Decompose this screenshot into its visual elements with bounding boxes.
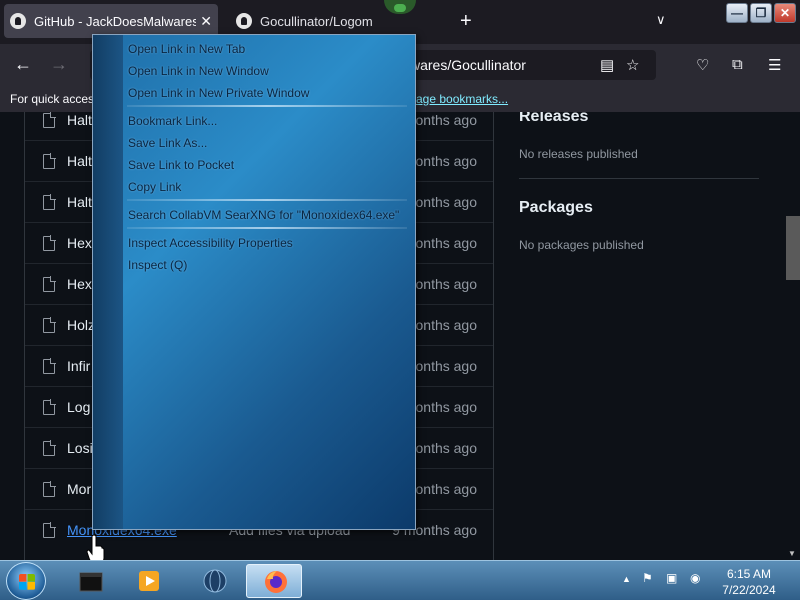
vertical-scrollbar[interactable]: ▼	[784, 112, 800, 560]
scrollbar-thumb[interactable]	[786, 216, 800, 280]
packages-empty-text: No packages published	[519, 238, 644, 252]
divider	[519, 178, 759, 179]
menu-separator	[127, 105, 407, 107]
releases-heading[interactable]: Releases	[519, 112, 588, 126]
releases-empty-text: No releases published	[519, 147, 638, 161]
commit-date: onths ago	[415, 194, 478, 210]
taskbar-app-ie[interactable]	[186, 564, 242, 598]
file-icon	[43, 399, 56, 415]
menu-separator	[127, 227, 407, 229]
context-menu-gutter	[93, 35, 123, 529]
commit-date: onths ago	[415, 317, 478, 333]
clock-date: 7/22/2024	[722, 583, 776, 597]
menu-item-open-private-window[interactable]: Open Link in New Private Window	[128, 86, 309, 100]
tab-github[interactable]: GitHub - JackDoesMalwares/Go ✕	[4, 4, 218, 38]
file-name[interactable]: Halt	[67, 112, 92, 128]
tab-close-icon[interactable]: ✕	[200, 13, 212, 30]
minimize-button[interactable]: —	[726, 3, 748, 23]
bookmark-star-icon[interactable]: ☆	[626, 56, 639, 74]
file-icon	[43, 317, 56, 333]
taskbar-app-firefox[interactable]	[246, 564, 302, 598]
commit-date: onths ago	[415, 481, 478, 497]
forward-button[interactable]: →	[50, 54, 68, 75]
file-icon	[43, 276, 56, 292]
file-icon	[43, 522, 56, 538]
tab-title: GitHub - JackDoesMalwares/Go	[34, 13, 197, 29]
file-name[interactable]: Losi	[67, 440, 93, 456]
reader-view-icon[interactable]: ▤	[600, 56, 614, 74]
taskbar-app-media-player[interactable]	[120, 564, 176, 598]
menu-separator	[127, 199, 407, 201]
file-name[interactable]: Log	[67, 399, 90, 415]
file-icon	[43, 235, 56, 251]
media-player-icon	[139, 571, 159, 591]
bookmarks-hint: For quick acces	[10, 92, 95, 106]
volume-icon[interactable]: ◉	[690, 571, 700, 585]
commit-date: onths ago	[415, 358, 478, 374]
menu-item-open-new-window[interactable]: Open Link in New Window	[128, 64, 269, 78]
commit-date: onths ago	[415, 235, 478, 251]
file-name[interactable]: Hex	[67, 276, 92, 292]
maximize-button[interactable]: ❐	[750, 3, 772, 23]
file-icon	[43, 481, 56, 497]
action-center-flag-icon[interactable]: ⚑	[642, 571, 653, 585]
github-icon	[10, 13, 26, 29]
menu-item-copy-link[interactable]: Copy Link	[128, 180, 181, 194]
new-tab-button[interactable]: +	[460, 10, 472, 33]
file-name[interactable]: Halt	[67, 194, 92, 210]
taskbar: ▲ ⚑ ▣ ◉ 6:15 AM 7/22/2024	[0, 560, 800, 600]
file-name[interactable]: Infir	[67, 358, 90, 374]
network-icon[interactable]: ▣	[666, 571, 677, 585]
file-icon	[43, 194, 56, 210]
menu-item-bookmark-link[interactable]: Bookmark Link...	[128, 114, 217, 128]
file-name[interactable]: Hex	[67, 235, 92, 251]
file-name[interactable]: Halt	[67, 153, 92, 169]
file-name[interactable]: Holz	[67, 317, 95, 333]
manage-bookmarks-link[interactable]: age bookmarks...	[416, 92, 508, 106]
start-button[interactable]	[6, 562, 46, 600]
file-name[interactable]: Mor	[67, 481, 91, 497]
firefox-icon	[265, 571, 287, 593]
scroll-down-arrow-icon[interactable]: ▼	[788, 549, 796, 558]
menu-item-inspect-accessibility[interactable]: Inspect Accessibility Properties	[128, 236, 293, 250]
tab-title: Gocullinator/Logom	[260, 13, 373, 29]
commit-date: onths ago	[415, 399, 478, 415]
close-window-button[interactable]: ✕	[774, 3, 796, 23]
menu-item-save-to-pocket[interactable]: Save Link to Pocket	[128, 158, 234, 172]
menu-icon[interactable]: ☰	[768, 56, 781, 74]
clock-time: 6:15 AM	[726, 567, 772, 581]
github-icon	[236, 13, 252, 29]
url-text: wares/Gocullinator	[410, 57, 526, 73]
menu-item-inspect[interactable]: Inspect (Q)	[128, 258, 187, 272]
file-icon	[43, 112, 56, 128]
pocket-icon[interactable]: ♡	[696, 56, 709, 74]
file-icon	[43, 153, 56, 169]
file-icon	[43, 440, 56, 456]
terminal-icon	[79, 572, 103, 592]
system-clock[interactable]: 6:15 AM 7/22/2024	[712, 566, 786, 598]
tray-expand-icon[interactable]: ▲	[622, 574, 631, 584]
commit-date: onths ago	[415, 112, 478, 128]
menu-item-search[interactable]: Search CollabVM SearXNG for "Monoxidex64…	[128, 208, 399, 222]
menu-item-save-link-as[interactable]: Save Link As...	[128, 136, 207, 150]
file-icon	[43, 358, 56, 374]
packages-heading[interactable]: Packages	[519, 199, 593, 217]
list-all-tabs-button[interactable]: ∨	[656, 12, 666, 28]
commit-date: onths ago	[415, 276, 478, 292]
commit-date: onths ago	[415, 440, 478, 456]
menu-item-open-new-tab[interactable]: Open Link in New Tab	[128, 42, 245, 56]
commit-date: onths ago	[415, 153, 478, 169]
back-button[interactable]: ←	[14, 54, 32, 75]
globe-icon	[203, 569, 227, 593]
context-menu: Open Link in New Tab Open Link in New Wi…	[92, 34, 416, 530]
taskbar-app-cmd[interactable]	[62, 564, 118, 598]
extensions-icon[interactable]: ⧉	[732, 56, 743, 73]
